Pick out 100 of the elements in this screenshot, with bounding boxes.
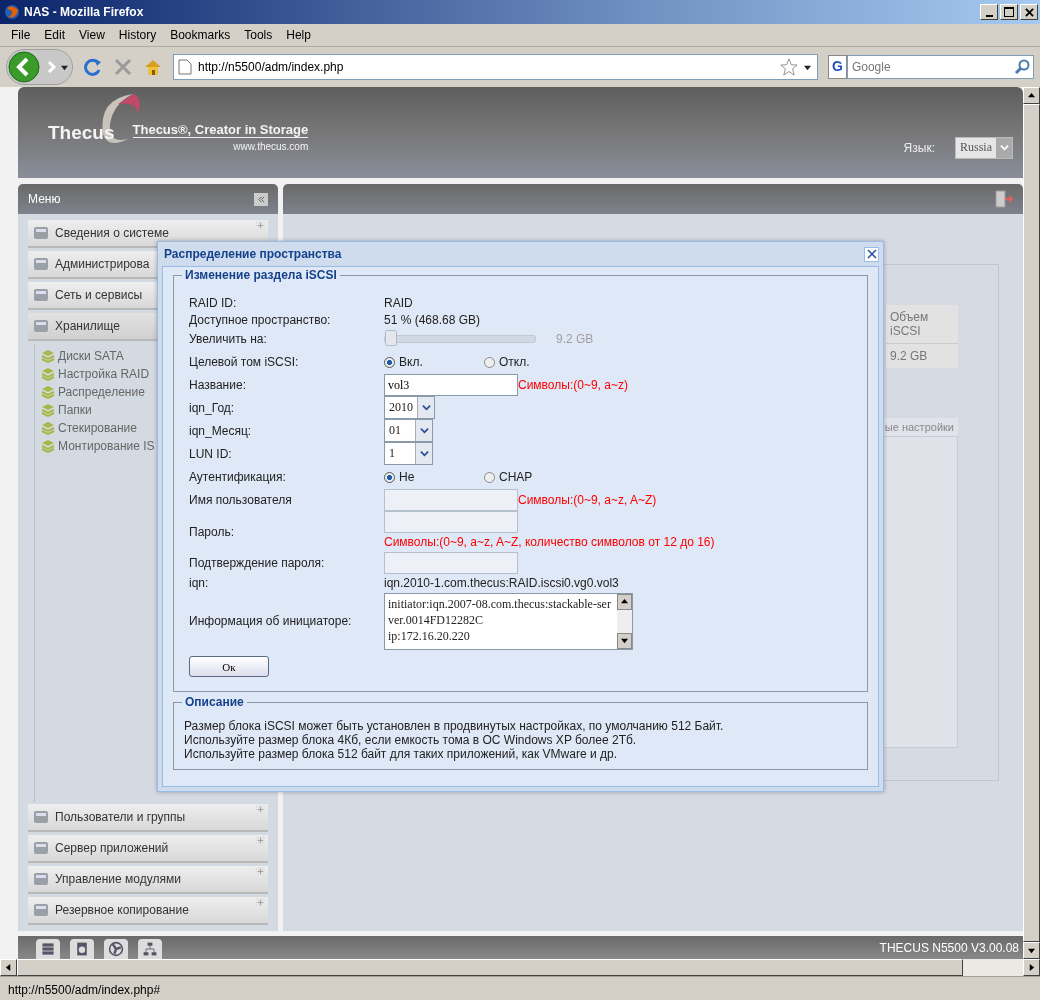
field-label: iqn_Год: — [189, 400, 236, 415]
search-field[interactable]: Google — [846, 55, 1034, 79]
menu-section[interactable]: Резервное копирование — [28, 897, 268, 925]
table-cell-text: 9.2 GB — [889, 348, 929, 365]
menu-item[interactable]: Tools — [237, 28, 280, 42]
section-icon — [32, 286, 50, 304]
dropdown[interactable]: 1 — [384, 442, 433, 465]
slogan: Thecus®, Creator in Storage — [132, 121, 309, 138]
dropdown[interactable]: 01 — [384, 419, 433, 442]
section-icon — [32, 808, 50, 826]
vertical-scrollbar[interactable] — [1023, 87, 1040, 959]
menu-item[interactable]: Bookmarks — [163, 28, 238, 42]
field-label: Подтверждение пароля: — [189, 556, 326, 570]
validation-hint: Символы:(0~9, a~z) — [518, 378, 628, 392]
description-text: Размер блока iSCSI может быть установлен в продвинутых настройках, по умолчанию 512 Байт. — [184, 719, 725, 733]
stack-icon — [41, 367, 55, 381]
text-input[interactable]: vol3 — [384, 374, 518, 396]
table-header: Объем iSCSI — [886, 305, 958, 344]
stack-icon — [41, 349, 55, 363]
window-title: NAS - Mozilla Firefox — [24, 5, 144, 19]
language-select[interactable]: Russia — [955, 136, 1013, 159]
close-button[interactable] — [864, 246, 879, 262]
radio-option[interactable]: Не — [384, 470, 484, 484]
field-label: Аутентификация: — [189, 470, 287, 484]
minimize-button[interactable] — [980, 4, 998, 20]
field-label: RAID ID: — [189, 295, 238, 310]
server-icon[interactable] — [36, 939, 60, 959]
ok-button[interactable]: Ок — [189, 656, 269, 677]
field-label: LUN ID: — [189, 446, 233, 461]
status-text: http://n5500/adm/index.php# — [8, 982, 161, 997]
menu-section[interactable]: Пользователи и группы — [28, 804, 268, 832]
validation-hint: Символы:(0~9, a~z, A~Z, количество символов от 12 до 16) — [384, 535, 715, 549]
section-legend: Описание — [182, 695, 247, 709]
stack-icon — [41, 439, 55, 453]
search-engine-button[interactable]: G — [828, 55, 847, 79]
field-value: iqn.2010-1.com.thecus:RAID.iscsi0.vg0.vol3 — [384, 575, 619, 590]
home-icon[interactable] — [143, 57, 163, 77]
field-label: Информация об инициаторе: — [189, 614, 353, 628]
menu-item[interactable]: Edit — [37, 28, 73, 42]
dropdown-icon[interactable] — [61, 63, 68, 71]
search-icon[interactable] — [1014, 59, 1030, 75]
fan-icon[interactable] — [104, 939, 128, 959]
field-label: Пароль: — [189, 524, 235, 539]
website-link[interactable]: www.thecus.com — [233, 140, 309, 152]
version-text: THECUS N5500 V3.00.08 — [879, 940, 1019, 955]
section-legend: Изменение раздела iSCSI — [182, 268, 340, 282]
menu-item[interactable]: View — [72, 28, 112, 42]
exit-door-icon[interactable] — [993, 189, 1013, 209]
star-icon[interactable] — [780, 58, 798, 76]
back-forward-button[interactable] — [6, 49, 73, 85]
menu-section[interactable]: Сведения о системе — [28, 220, 268, 248]
close-icon — [1024, 7, 1034, 17]
field-label: Название: — [189, 378, 247, 392]
menu-item[interactable]: History — [111, 28, 164, 42]
caret-icon — [419, 449, 429, 458]
right-arrow-icon[interactable] — [1028, 964, 1035, 971]
language-label: Язык: — [903, 140, 935, 155]
menu-section[interactable]: Управление модулями — [28, 866, 268, 894]
dropdown[interactable]: 2010 — [384, 396, 435, 419]
network-icon[interactable] — [138, 939, 162, 959]
section-icon — [32, 255, 50, 273]
collapse-icon[interactable] — [254, 192, 268, 206]
section-icon — [32, 224, 50, 242]
maximize-button[interactable] — [1000, 4, 1018, 20]
radio-option[interactable]: Откл. — [484, 355, 584, 369]
caret-icon — [421, 403, 431, 412]
slider-reading: 9.2 GB — [556, 332, 594, 346]
down-arrow-icon[interactable] — [1028, 947, 1035, 954]
section-icon — [32, 901, 50, 919]
caret-icon — [419, 426, 429, 435]
stack-icon — [41, 403, 55, 417]
radio-option[interactable]: Вкл. — [384, 355, 484, 369]
field-label: iqn: — [189, 575, 210, 590]
up-arrow-icon[interactable] — [1028, 92, 1035, 99]
menu-title: Меню — [28, 192, 61, 206]
initiator-list[interactable]: initiator:iqn.2007-08.com.thecus:stackable-server.0014FD12282C ip:172.16.20.220 — [384, 592, 633, 650]
dropdown-icon[interactable] — [804, 63, 811, 71]
scrollbar[interactable] — [617, 593, 632, 649]
address-bar[interactable]: http://n5500/adm/index.php — [173, 54, 818, 80]
field-label: iqn_Месяц: — [189, 423, 253, 438]
stack-icon — [41, 421, 55, 435]
reload-icon[interactable] — [83, 57, 103, 77]
section-icon — [32, 839, 50, 857]
field-value: RAID — [384, 295, 413, 310]
menu-item[interactable]: File — [4, 28, 38, 42]
horizontal-scrollbar[interactable] — [0, 959, 1040, 976]
section-icon — [32, 317, 50, 335]
validation-hint: Символы:(0~9, a~z, A~Z) — [518, 493, 657, 507]
down-arrow-icon[interactable] — [621, 637, 628, 644]
section-icon — [32, 870, 50, 888]
left-arrow-icon[interactable] — [5, 964, 12, 971]
field-value: 51 % (468.68 GB) — [384, 312, 481, 327]
description-text: Используйте размер блока 4Кб, если емкость тома в ОС Windows XP более 2Тб. — [184, 733, 638, 747]
up-arrow-icon[interactable] — [621, 598, 628, 605]
field-label: Имя пользователя — [189, 493, 293, 507]
browser-logo-icon — [4, 4, 20, 20]
menu-section[interactable]: Сервер приложений — [28, 835, 268, 863]
radio-option[interactable]: CHAP — [484, 470, 584, 484]
menu-item[interactable]: Help — [279, 28, 318, 42]
stack-icon — [41, 385, 55, 399]
